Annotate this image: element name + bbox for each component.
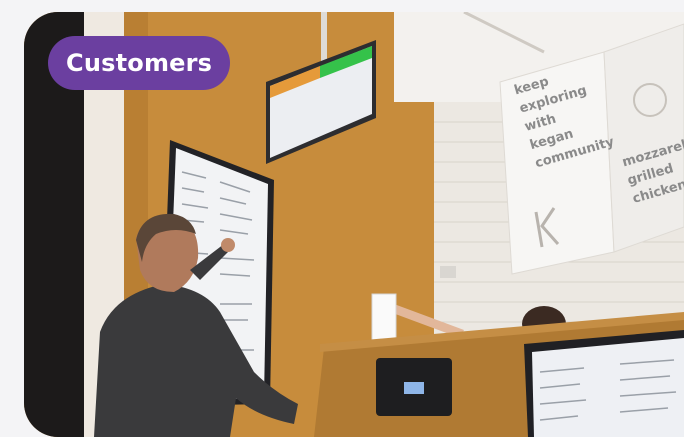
payment-tablet-screen: [404, 382, 424, 394]
customers-badge: Customers: [48, 36, 231, 90]
man-hand: [221, 238, 235, 252]
wall-camera: [440, 266, 456, 278]
front-menu-display: [532, 338, 684, 437]
ceiling-pole: [321, 12, 327, 64]
